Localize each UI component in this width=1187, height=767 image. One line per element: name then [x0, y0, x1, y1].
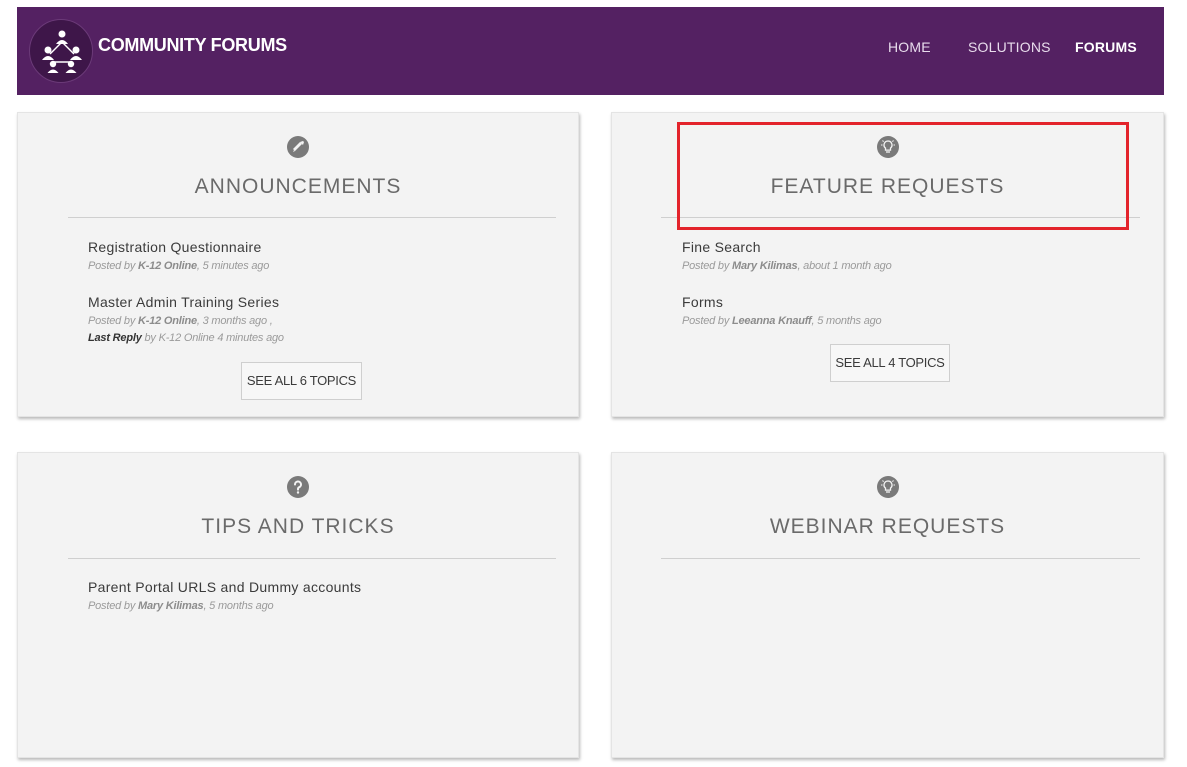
forum-card-feature-requests: FEATURE REQUESTS Fine Search Posted by M…: [611, 112, 1164, 417]
topic-author[interactable]: Leeanna Knauff: [732, 315, 812, 327]
posted-by-label: Posted by: [88, 260, 136, 272]
topic-author[interactable]: Mary Kilimas: [138, 600, 204, 612]
topic-meta: Posted by Mary Kilimas, 5 months ago: [88, 600, 274, 612]
posted-by-label: Posted by: [682, 315, 730, 327]
lightbulb-icon: [876, 136, 899, 158]
topic-meta: Posted by Mary Kilimas, about 1 month ag…: [682, 260, 892, 272]
site-title[interactable]: COMMUNITY FORUMS: [98, 35, 287, 56]
last-reply-text: by K-12 Online 4 minutes ago: [144, 332, 285, 344]
posted-by-label: Posted by: [88, 315, 136, 327]
forum-title[interactable]: ANNOUNCEMENTS: [18, 175, 578, 199]
forum-card-webinar-requests: WEBINAR REQUESTS: [611, 452, 1164, 758]
community-logo-icon[interactable]: [29, 19, 93, 83]
question-icon: [287, 476, 309, 498]
see-all-topics-button[interactable]: SEE ALL 4 TOPICS: [830, 344, 950, 382]
topic-meta: Posted by K-12 Online, 3 months ago ,: [88, 315, 273, 327]
last-reply-link[interactable]: Last Reply: [88, 332, 142, 344]
topic-title[interactable]: Parent Portal URLS and Dummy accounts: [88, 579, 361, 595]
topic-author[interactable]: Mary Kilimas: [732, 260, 798, 272]
forum-card-tips-and-tricks: TIPS AND TRICKS Parent Portal URLS and D…: [17, 452, 579, 758]
nav-forums[interactable]: FORUMS: [1075, 39, 1137, 55]
nav-home[interactable]: HOME: [888, 39, 931, 55]
forum-card-announcements: ANNOUNCEMENTS Registration Questionnaire…: [17, 112, 579, 417]
topic-time: , 5 months ago: [203, 600, 274, 612]
topic-time: , about 1 month ago: [797, 260, 892, 272]
last-reply-meta: Last Reply by K-12 Online 4 minutes ago: [88, 332, 284, 344]
topic-title[interactable]: Registration Questionnaire: [88, 239, 262, 255]
divider: [661, 217, 1140, 218]
forum-title[interactable]: WEBINAR REQUESTS: [612, 515, 1163, 539]
nav-solutions[interactable]: SOLUTIONS: [968, 39, 1051, 55]
topic-time: , 5 months ago: [811, 315, 882, 327]
megaphone-icon: [287, 136, 309, 158]
posted-by-label: Posted by: [682, 260, 730, 272]
topic-meta: Posted by Leeanna Knauff, 5 months ago: [682, 315, 882, 327]
topic-time: , 5 minutes ago: [196, 260, 270, 272]
divider: [661, 558, 1140, 559]
topic-time: , 3 months ago ,: [196, 315, 273, 327]
topic-title[interactable]: Fine Search: [682, 239, 761, 255]
forum-title[interactable]: TIPS AND TRICKS: [18, 515, 578, 539]
topic-author[interactable]: K-12 Online: [138, 260, 197, 272]
topic-author[interactable]: K-12 Online: [138, 315, 197, 327]
site-header: COMMUNITY FORUMS HOME SOLUTIONS FORUMS: [17, 7, 1164, 95]
topic-title[interactable]: Forms: [682, 294, 723, 310]
topic-meta: Posted by K-12 Online, 5 minutes ago: [88, 260, 269, 272]
divider: [68, 217, 556, 218]
topic-title[interactable]: Master Admin Training Series: [88, 294, 279, 310]
divider: [68, 558, 556, 559]
posted-by-label: Posted by: [88, 600, 136, 612]
lightbulb-icon: [876, 476, 899, 498]
see-all-topics-button[interactable]: SEE ALL 6 TOPICS: [241, 362, 362, 400]
forum-title[interactable]: FEATURE REQUESTS: [612, 175, 1163, 199]
